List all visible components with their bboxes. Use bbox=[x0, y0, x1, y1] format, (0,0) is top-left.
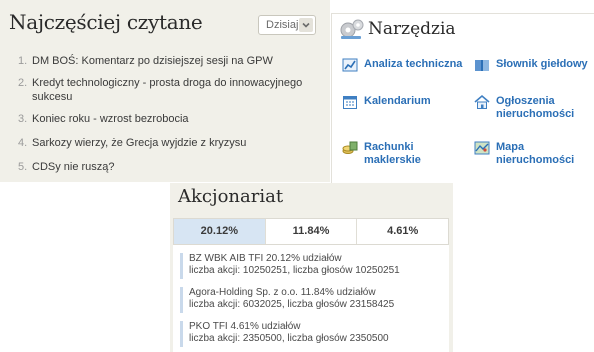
tools-header: Narzędzia bbox=[332, 14, 594, 44]
most-read-header: Najczęściej czytane Dzisiaj bbox=[0, 0, 330, 46]
shareholders-list: BZ WBK AIB TFI 20.12% udziałów liczba ak… bbox=[173, 245, 449, 352]
shareholder-name: Agora-Holding Sp. z o.o. 11.84% udziałów bbox=[189, 287, 376, 298]
shareholder-name: BZ WBK AIB TFI 20.12% udziałów bbox=[189, 253, 342, 264]
tab-shareholder-2[interactable]: 11.84% bbox=[264, 219, 357, 244]
shareholder-name: PKO TFI 4.61% udziałów bbox=[189, 321, 301, 332]
book-icon bbox=[474, 57, 490, 73]
tool-label: Analiza techniczna bbox=[364, 58, 463, 70]
shareholder-details: liczba akcji: 6032025, liczba głosów 231… bbox=[189, 299, 395, 310]
shareholders-panel: Akcjonariat 20.12% 11.84% 4.61% BZ WBK A… bbox=[170, 183, 453, 352]
list-item: BZ WBK AIB TFI 20.12% udziałów liczba ak… bbox=[180, 253, 444, 279]
tool-label: Ogłoszenia nieruchomości bbox=[496, 95, 575, 120]
calendar-icon bbox=[342, 94, 358, 110]
tool-label: Mapa nieruchomości bbox=[496, 141, 575, 166]
house-icon bbox=[474, 94, 490, 110]
gears-icon bbox=[338, 18, 366, 45]
chevron-down-icon bbox=[299, 18, 313, 32]
shareholder-details: liczba akcji: 2350500, liczba głosów 235… bbox=[189, 333, 389, 344]
article-link[interactable]: Sarkozy wierzy, że Grecja wyjdzie z kryz… bbox=[32, 136, 317, 150]
chart-icon bbox=[342, 57, 358, 73]
article-link[interactable]: CDSy nie ruszą? bbox=[32, 160, 317, 174]
shareholders-title: Akcjonariat bbox=[178, 186, 284, 207]
list-item: PKO TFI 4.61% udziałów liczba akcji: 235… bbox=[180, 321, 444, 347]
most-read-panel: Najczęściej czytane Dzisiaj 1. DM BOŚ: K… bbox=[0, 0, 330, 182]
item-number: 2. bbox=[18, 77, 28, 89]
list-item: Agora-Holding Sp. z o.o. 11.84% udziałów… bbox=[180, 287, 444, 313]
tab-shareholder-3[interactable]: 4.61% bbox=[356, 219, 449, 244]
article-link[interactable]: Kredyt technologiczny - prosta droga do … bbox=[32, 76, 317, 104]
most-read-title: Najczęściej czytane bbox=[9, 10, 203, 34]
item-number: 1. bbox=[18, 55, 28, 67]
shareholders-tabs: 20.12% 11.84% 4.61% bbox=[173, 218, 449, 245]
shareholder-details: liczba akcji: 10250251, liczba głosów 10… bbox=[189, 265, 400, 276]
item-number: 4. bbox=[18, 137, 28, 149]
tool-label: Rachunki maklerskie bbox=[364, 141, 421, 166]
item-number: 3. bbox=[18, 113, 28, 125]
article-link[interactable]: Koniec roku - wzrost bezrobocia bbox=[32, 112, 317, 126]
tool-label: Słownik giełdowy bbox=[496, 58, 588, 70]
article-link[interactable]: DM BOŚ: Komentarz po dzisiejszej sesji n… bbox=[32, 54, 317, 68]
map-icon bbox=[474, 140, 490, 156]
period-select-value: Dzisiaj bbox=[266, 19, 299, 31]
item-number: 5. bbox=[18, 161, 28, 173]
tools-panel: Narzędzia Analiza techniczna Słownik gie… bbox=[331, 13, 594, 183]
tab-shareholder-1[interactable]: 20.12% bbox=[174, 219, 265, 244]
period-select[interactable]: Dzisiaj bbox=[258, 15, 316, 35]
tool-label: Kalendarium bbox=[364, 95, 431, 107]
money-icon bbox=[342, 140, 358, 156]
tools-title: Narzędzia bbox=[368, 19, 456, 39]
